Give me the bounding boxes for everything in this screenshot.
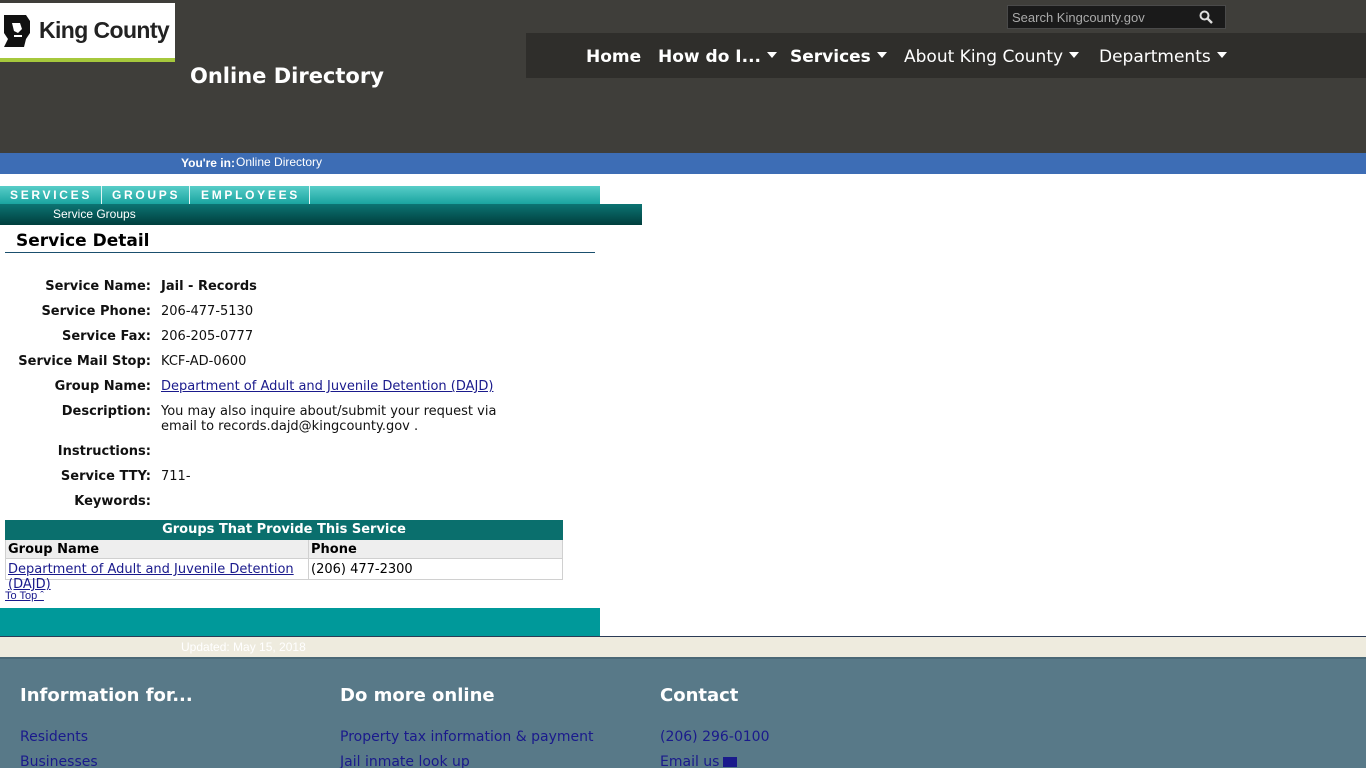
group-name-link[interactable]: Department of Adult and Juvenile Detenti…	[161, 379, 493, 394]
subnav-service-groups[interactable]: Service Groups	[53, 207, 136, 221]
footer-info-title: Information for...	[20, 685, 193, 706]
chevron-down-icon	[767, 52, 777, 58]
search-icon[interactable]	[1199, 10, 1213, 24]
breadcrumb-current[interactable]: Online Directory	[236, 155, 322, 169]
chevron-down-icon	[1069, 52, 1080, 58]
nav-departments-label: Departments	[1099, 47, 1211, 67]
main-nav: Home How do I... Services About King Cou…	[526, 33, 1366, 78]
tab-groups[interactable]: GROUPS	[102, 186, 190, 204]
footer-online-title: Do more online	[340, 685, 495, 706]
tab-services[interactable]: SERVICES	[0, 186, 102, 204]
service-tty-label: Service TTY:	[60, 469, 151, 484]
nav-home[interactable]: Home	[586, 47, 641, 67]
content-footer-bar	[0, 608, 600, 636]
group-name-label: Group Name:	[54, 379, 151, 394]
updated-date: Updated: May 15, 2018	[181, 640, 306, 654]
breadcrumb: You're in: Online Directory	[0, 153, 1366, 174]
description-value: You may also inquire about/submit your r…	[161, 404, 497, 434]
service-name-value: Jail - Records	[161, 279, 257, 294]
nav-about-label: About King County	[904, 47, 1064, 67]
footer-link-jail-inmate[interactable]: Jail inmate look up	[340, 754, 470, 768]
nav-about[interactable]: About King County	[904, 47, 1080, 67]
keywords-label: Keywords:	[74, 494, 151, 509]
updated-bar: Updated: May 15, 2018	[0, 637, 1366, 657]
chevron-down-icon	[1216, 52, 1227, 58]
nav-services[interactable]: Services	[790, 47, 887, 67]
nav-how-do-i-label: How do I...	[658, 47, 761, 67]
site-footer: Information for... Residents Businesses …	[0, 657, 1366, 768]
col-phone: Phone	[311, 542, 357, 557]
page-title: Service Detail	[16, 231, 150, 251]
nav-home-label: Home	[586, 47, 642, 67]
table-row: Department of Adult and Juvenile Detenti…	[5, 559, 563, 592]
logo-text: King County	[39, 17, 170, 43]
description-label: Description:	[61, 404, 151, 419]
group-link[interactable]: Department of Adult and Juvenile Detenti…	[6, 559, 309, 592]
service-phone-value: 206-477-5130	[161, 304, 254, 319]
footer-link-phone[interactable]: (206) 296-0100	[660, 729, 770, 745]
tab-employees[interactable]: EMPLOYEES	[190, 186, 310, 204]
service-fax-value: 206-205-0777	[161, 329, 254, 344]
nav-how-do-i[interactable]: How do I...	[658, 47, 777, 67]
king-county-logo[interactable]: King County	[0, 3, 175, 62]
directory-tabs: SERVICES GROUPS EMPLOYEES	[0, 186, 600, 204]
service-name-label: Service Name:	[45, 279, 151, 294]
title-divider	[5, 252, 595, 253]
footer-link-businesses[interactable]: Businesses	[20, 754, 98, 768]
site-header: King County Online Directory Home How do…	[0, 0, 1366, 153]
breadcrumb-label: You're in:	[181, 156, 235, 170]
instructions-label: Instructions:	[57, 444, 151, 459]
service-phone-label: Service Phone:	[41, 304, 151, 319]
site-title: Online Directory	[190, 64, 384, 88]
service-tty-value: 711-	[161, 469, 191, 484]
footer-link-residents[interactable]: Residents	[20, 729, 88, 745]
service-fax-label: Service Fax:	[61, 329, 151, 344]
search-input[interactable]	[1008, 6, 1188, 28]
mlk-logo-icon	[0, 13, 34, 47]
footer-contact-title: Contact	[660, 685, 739, 706]
nav-departments[interactable]: Departments	[1099, 47, 1227, 67]
col-group-name: Group Name	[6, 540, 309, 558]
search-box	[1007, 5, 1226, 29]
service-mailstop-label: Service Mail Stop:	[18, 354, 151, 369]
groups-table: Groups That Provide This Service Group N…	[5, 520, 563, 592]
chevron-down-icon	[876, 52, 887, 58]
group-phone: (206) 477-2300	[311, 562, 413, 577]
to-top-link[interactable]: To Top ˆ	[5, 590, 44, 602]
nav-services-label: Services	[790, 47, 871, 67]
envelope-icon	[723, 757, 738, 767]
sub-nav: Service Groups	[0, 204, 642, 225]
service-mailstop-value: KCF-AD-0600	[161, 354, 247, 369]
footer-link-property-tax[interactable]: Property tax information & payment	[340, 729, 593, 745]
footer-link-email[interactable]: Email us	[660, 754, 738, 768]
email-us-label: Email us	[660, 754, 720, 768]
groups-table-title: Groups That Provide This Service	[5, 520, 563, 540]
groups-table-header: Group Name Phone	[5, 540, 563, 559]
